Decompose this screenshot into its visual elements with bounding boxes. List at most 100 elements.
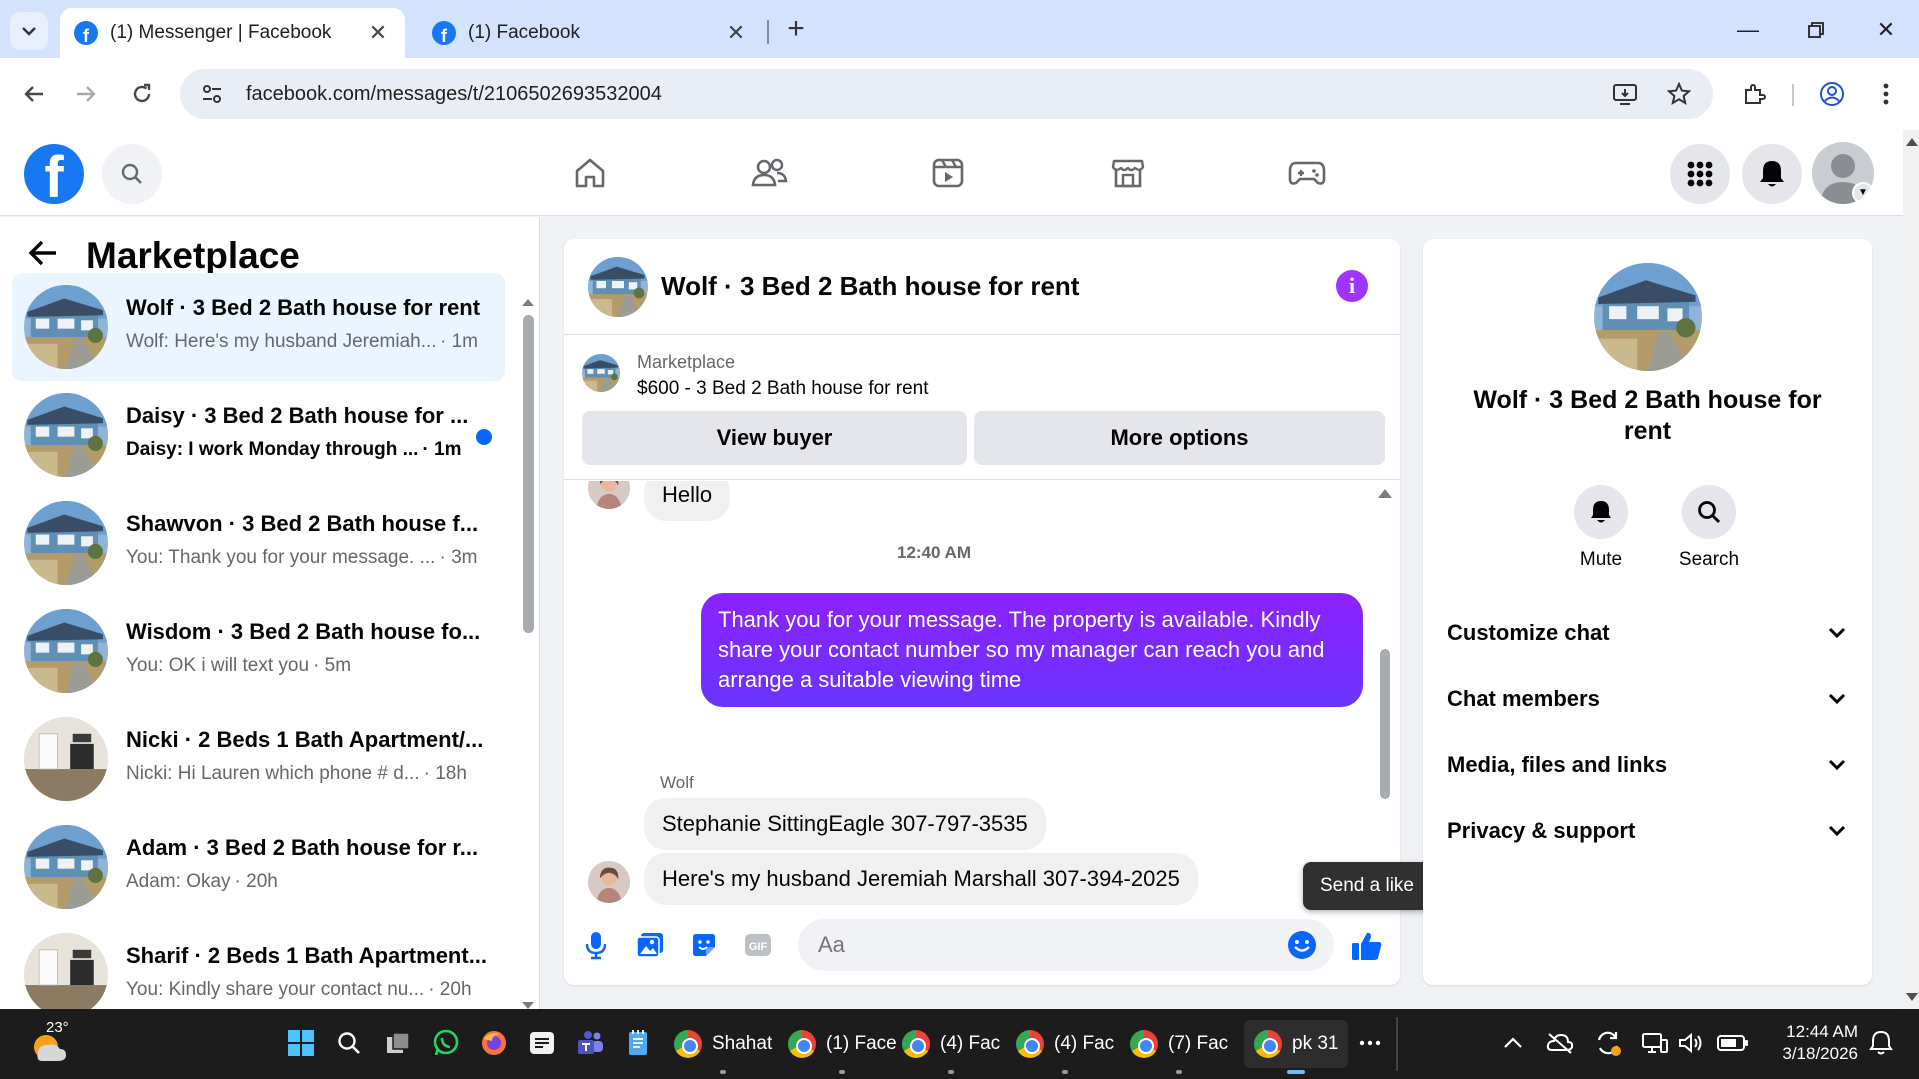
facebook-search-button[interactable] xyxy=(102,144,162,204)
system-clock[interactable]: 12:44 AM 3/18/2026 xyxy=(1768,1021,1858,1065)
conversation-thumbnail xyxy=(24,501,108,585)
tab-close-icon[interactable]: ✕ xyxy=(723,20,749,46)
sticker-icon[interactable] xyxy=(684,925,724,965)
photo-icon[interactable] xyxy=(630,925,670,965)
conversation-info-panel: Wolf · 3 Bed 2 Bath house for rent Mute … xyxy=(1423,239,1872,985)
media-files-links-row[interactable]: Media, files and links xyxy=(1447,741,1847,789)
taskbar-app-chrome[interactable]: (4) Fac xyxy=(902,1020,1000,1074)
nav-marketplace[interactable] xyxy=(1098,146,1158,200)
tab-facebook[interactable]: f (1) Facebook ✕ xyxy=(418,8,763,58)
conversation-item[interactable]: Adam · 3 Bed 2 Bath house for r... Adam: … xyxy=(12,813,505,921)
page-scrollbar[interactable] xyxy=(1903,130,1919,1009)
teams-icon[interactable] xyxy=(573,1026,607,1060)
facebook-logo-icon[interactable]: f xyxy=(24,144,84,204)
volume-icon[interactable] xyxy=(1674,1026,1708,1060)
listing-price[interactable]: $600 - 3 Bed 2 Bath house for rent xyxy=(637,378,929,400)
tab-search-button[interactable] xyxy=(10,12,48,50)
install-app-icon[interactable] xyxy=(1605,74,1645,114)
menu-grid-button[interactable] xyxy=(1670,144,1730,204)
site-info-icon[interactable] xyxy=(192,74,232,114)
conversation-item[interactable]: Sharif · 2 Beds 1 Bath Apartment... You: … xyxy=(12,921,505,1009)
taskbar-app-chrome[interactable]: (1) Face xyxy=(788,1020,897,1074)
conversation-item[interactable]: Wisdom · 3 Bed 2 Bath house fo... You: OK… xyxy=(12,597,505,705)
search-action[interactable]: Search xyxy=(1673,485,1745,571)
emoji-icon[interactable] xyxy=(1286,929,1318,961)
chrome-icon xyxy=(1254,1030,1282,1058)
conversation-title: Shawvon · 3 Bed 2 Bath house f... xyxy=(126,511,479,536)
conversation-item[interactable]: Wolf · 3 Bed 2 Bath house for rent Wolf: … xyxy=(12,273,505,381)
forward-button[interactable] xyxy=(66,74,106,114)
chat-title[interactable]: Wolf · 3 Bed 2 Bath house for rent xyxy=(661,271,1079,302)
sync-icon[interactable] xyxy=(1591,1026,1625,1060)
scrollbar-thumb[interactable] xyxy=(1380,649,1390,799)
marketplace-icon xyxy=(1111,159,1145,188)
close-window-button[interactable]: ✕ xyxy=(1866,14,1906,46)
new-tab-button[interactable]: + xyxy=(780,14,812,46)
back-arrow-icon[interactable] xyxy=(28,237,68,276)
nav-friends[interactable] xyxy=(739,146,799,200)
notepad-icon[interactable] xyxy=(621,1026,655,1060)
sender-avatar[interactable] xyxy=(588,861,630,903)
conversation-item[interactable]: Daisy · 3 Bed 2 Bath house for ... Daisy:… xyxy=(12,381,505,489)
conversation-snippet: Daisy: I work Monday through ... xyxy=(126,439,419,460)
browser-menu-icon[interactable] xyxy=(1866,74,1906,114)
more-options-button[interactable]: More options xyxy=(974,411,1385,465)
sender-avatar[interactable] xyxy=(588,481,630,509)
chat-members-row[interactable]: Chat members xyxy=(1447,675,1847,723)
network-icon[interactable] xyxy=(1638,1026,1672,1060)
microphone-icon[interactable] xyxy=(576,925,616,965)
address-bar[interactable]: facebook.com/messages/t/2106502693532004 xyxy=(180,69,1713,119)
conversation-item[interactable]: Nicki · 2 Beds 1 Bath Apartment/... Nicki… xyxy=(12,705,505,813)
whatsapp-icon[interactable] xyxy=(429,1026,463,1060)
gif-icon[interactable]: GIF xyxy=(738,925,778,965)
info-icon[interactable]: i xyxy=(1336,270,1368,302)
profile-icon[interactable] xyxy=(1812,74,1852,114)
terminal-app-icon[interactable] xyxy=(525,1026,559,1060)
restore-button[interactable] xyxy=(1796,14,1836,46)
scrollbar-thumb[interactable] xyxy=(523,315,534,633)
conversation-time: · 3m xyxy=(439,547,478,568)
customize-chat-row[interactable]: Customize chat xyxy=(1447,609,1847,657)
taskbar-app-chrome[interactable]: Shahat xyxy=(674,1020,772,1074)
message-input[interactable] xyxy=(798,919,1334,971)
chevron-up-icon[interactable] xyxy=(1496,1026,1530,1060)
chat-scrollbar[interactable] xyxy=(1378,481,1392,907)
tab-messenger[interactable]: f (1) Messenger | Facebook ✕ xyxy=(60,8,405,58)
task-view-icon[interactable] xyxy=(381,1026,415,1060)
privacy-support-row[interactable]: Privacy & support xyxy=(1447,807,1847,855)
nav-video[interactable] xyxy=(918,146,978,200)
notifications-button[interactable] xyxy=(1742,144,1802,204)
mute-action[interactable]: Mute xyxy=(1565,485,1637,571)
cloud-off-icon[interactable] xyxy=(1543,1026,1577,1060)
taskbar-app-label: (1) Face xyxy=(826,1033,897,1054)
extensions-icon[interactable] xyxy=(1734,74,1774,114)
notification-center-icon[interactable] xyxy=(1864,1026,1898,1060)
taskbar-app-chrome-active[interactable]: pk 31 xyxy=(1244,1020,1349,1074)
taskbar-app-chrome[interactable]: (7) Fac xyxy=(1130,1020,1228,1074)
battery-icon[interactable] xyxy=(1716,1026,1750,1060)
chat-listing-thumbnail[interactable] xyxy=(588,257,648,317)
account-avatar[interactable]: ▼ xyxy=(1812,142,1874,204)
back-button[interactable] xyxy=(14,74,54,114)
tab-close-icon[interactable]: ✕ xyxy=(365,20,391,46)
windows-start-icon[interactable] xyxy=(284,1026,318,1060)
conversation-item[interactable]: Shawvon · 3 Bed 2 Bath house f... You: Th… xyxy=(12,489,505,597)
chrome-icon xyxy=(1016,1030,1044,1058)
firefox-icon[interactable] xyxy=(477,1026,511,1060)
taskbar-app-chrome[interactable]: (4) Fac xyxy=(1016,1020,1114,1074)
conversation-thumbnail[interactable] xyxy=(1594,263,1702,371)
reload-button[interactable] xyxy=(122,74,162,114)
bookmark-star-icon[interactable] xyxy=(1659,74,1699,114)
taskbar-search-icon[interactable] xyxy=(332,1026,366,1060)
facebook-favicon-icon: f xyxy=(74,21,98,45)
nav-gaming[interactable] xyxy=(1277,146,1337,200)
more-apps-icon[interactable] xyxy=(1353,1026,1387,1060)
listing-thumbnail[interactable] xyxy=(582,354,620,392)
conversation-scrollbar[interactable] xyxy=(521,293,535,1009)
nav-home[interactable] xyxy=(560,146,620,200)
chevron-down-icon xyxy=(1827,821,1847,841)
minimize-button[interactable]: — xyxy=(1728,14,1768,46)
send-like-button[interactable] xyxy=(1344,923,1390,969)
view-buyer-button[interactable]: View buyer xyxy=(582,411,967,465)
sender-name: Wolf xyxy=(660,773,694,792)
